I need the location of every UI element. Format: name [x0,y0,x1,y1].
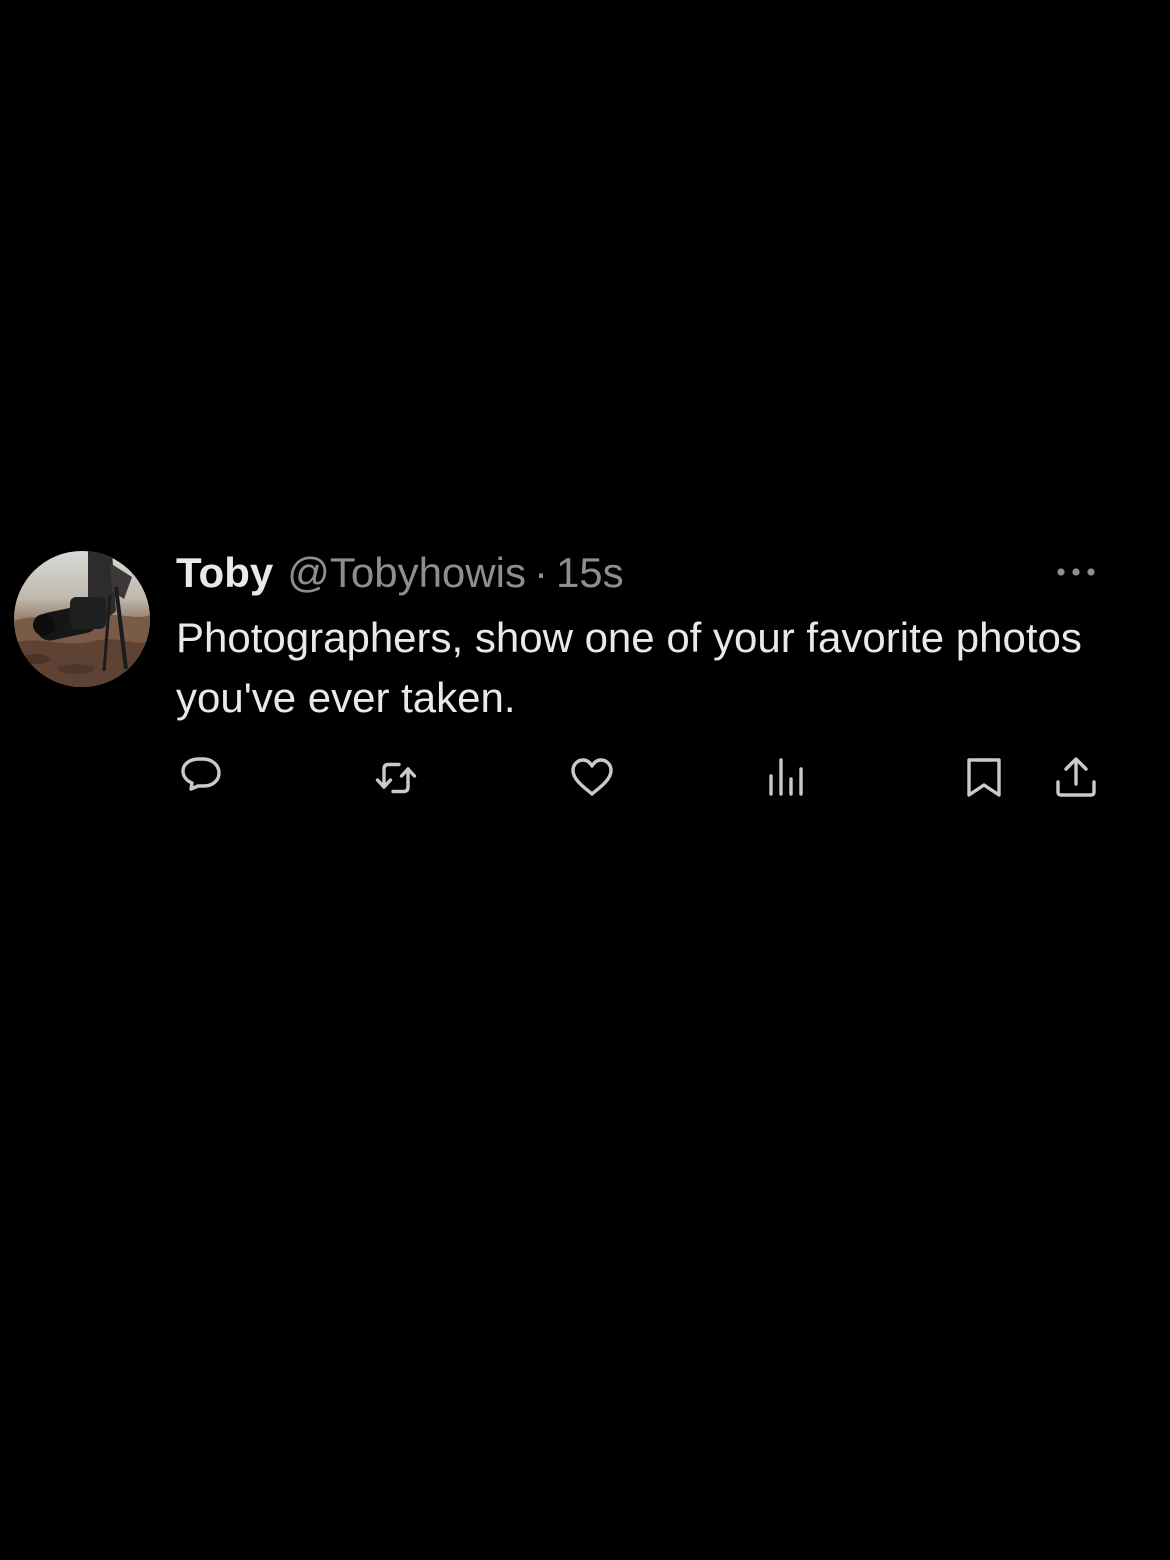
tweet-card[interactable]: Toby @Tobyhowis · 15s Photographers, sho… [0,540,1170,820]
timestamp[interactable]: 15s [556,548,624,598]
heart-icon [571,758,613,796]
bookmark-button[interactable] [960,754,1008,802]
more-options-button[interactable] [1050,560,1104,584]
more-horizontal-icon [1057,568,1095,576]
tweet-header: Toby @Tobyhowis · 15s [176,548,624,598]
separator-dot: · [533,549,548,596]
bookmark-icon [967,758,1001,797]
like-button[interactable] [568,754,616,802]
share-button[interactable] [1052,754,1100,802]
avatar-photo-illustration [14,551,150,687]
share-icon [1056,757,1096,797]
display-name[interactable]: Toby [176,548,273,598]
views-icon [769,758,803,796]
retweet-icon [375,762,417,794]
user-handle[interactable]: @Tobyhowis [287,548,526,598]
avatar[interactable] [14,551,150,687]
tweet-text: Photographers, show one of your favorite… [176,614,1082,721]
reply-button[interactable] [177,754,225,802]
reply-icon [181,757,221,791]
views-button[interactable] [764,754,812,802]
retweet-button[interactable] [372,754,420,802]
